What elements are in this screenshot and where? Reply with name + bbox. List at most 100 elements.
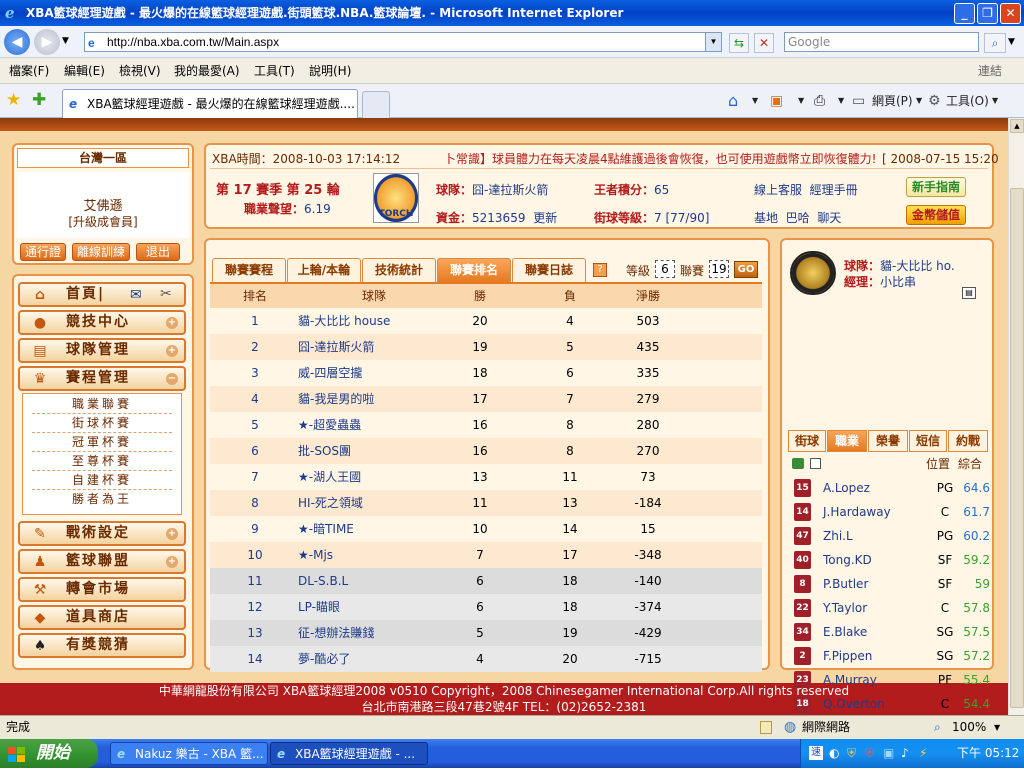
forward-button[interactable]: ▶ xyxy=(34,29,60,55)
menu-view[interactable]: 檢視(V) xyxy=(119,58,161,84)
base-link[interactable]: 基地 xyxy=(754,211,778,225)
team-cell[interactable]: 批-SOS團 xyxy=(284,438,464,464)
player-name[interactable]: Tong.KD xyxy=(823,548,872,572)
page-menu[interactable]: 網頁(P) xyxy=(872,84,913,118)
team-cell[interactable]: 征-想辦法賺錢 xyxy=(284,620,464,646)
zoom-level[interactable]: 100% xyxy=(952,716,986,739)
pass-button[interactable]: 通行證 xyxy=(20,243,66,261)
go-button[interactable]: GO xyxy=(734,261,758,278)
sub-street-cup[interactable]: 街球杯賽 xyxy=(32,414,172,433)
sub-supreme-cup[interactable]: 至尊杯賽 xyxy=(32,452,172,471)
new-tab-button[interactable] xyxy=(362,91,390,118)
sub-pro-league[interactable]: 職業聯賽 xyxy=(32,395,172,414)
menu-tools[interactable]: 工具(T) xyxy=(254,58,295,84)
team-cell[interactable]: 威-四層空攏 xyxy=(284,360,464,386)
menu-help[interactable]: 說明(H) xyxy=(309,58,351,84)
print-dropdown-icon[interactable]: ▼ xyxy=(838,84,844,118)
help-icon[interactable]: ? xyxy=(593,263,607,277)
browser-tab-active[interactable]: e XBA籃球經理遊戲 - 最火爆的在線籃球經理遊戲.... xyxy=(62,89,358,118)
right-manager-value[interactable]: 小比串 xyxy=(880,275,916,289)
team-value[interactable]: 囧-達拉斯火箭 xyxy=(472,183,548,197)
print-icon[interactable]: ⎙ xyxy=(814,84,825,118)
player-name[interactable]: E.Blake xyxy=(823,620,867,644)
right-tab-pro[interactable]: 職業 xyxy=(827,430,867,452)
tools-menu[interactable]: 工具(O) xyxy=(946,84,989,118)
shield-icon[interactable]: ⛨ xyxy=(847,739,856,768)
rss-icon[interactable]: ▣ xyxy=(770,84,783,118)
rss-dropdown-icon[interactable]: ▼ xyxy=(798,84,804,118)
tools-icon[interactable]: ✂ xyxy=(160,284,174,305)
manual-link[interactable]: 經理手冊 xyxy=(810,183,858,197)
right-tab-honor[interactable]: 榮譽 xyxy=(868,430,908,452)
network-icon[interactable]: ▣ xyxy=(883,739,894,768)
offline-training-button[interactable]: 離線訓練 xyxy=(72,243,130,261)
team-cell[interactable]: ★-Mjs xyxy=(284,542,464,568)
settings-icon[interactable] xyxy=(810,458,821,469)
level-input[interactable]: 6 xyxy=(655,260,675,278)
expand-icon[interactable]: + xyxy=(166,345,178,357)
league-input[interactable]: 19 xyxy=(709,260,729,278)
maximize-button[interactable]: ❐ xyxy=(977,3,998,24)
back-button[interactable]: ◀ xyxy=(4,29,30,55)
team-cell[interactable]: ★-湖人王國 xyxy=(284,464,464,490)
team-cell[interactable]: 囧-達拉斯火箭 xyxy=(284,334,464,360)
nav-home[interactable]: ⌂ 首頁| ✉ ✂ xyxy=(18,282,186,307)
nav-schedule[interactable]: ♛ 賽程管理 − xyxy=(18,366,186,391)
search-options-icon[interactable]: ▼ xyxy=(1008,37,1015,47)
stop-icon[interactable]: ✕ xyxy=(754,33,774,53)
player-row[interactable]: 14 J.Hardaway C 61.7 xyxy=(790,500,990,524)
team-cell[interactable]: ★-超愛蟲蟲 xyxy=(284,412,464,438)
refresh-link[interactable]: 更新 xyxy=(533,211,557,225)
scroll-thumb[interactable] xyxy=(1010,188,1024,708)
history-dropdown-icon[interactable]: ▼ xyxy=(62,36,69,46)
task-nakuz[interactable]: e Nakuz 樂古 - XBA 籃... xyxy=(110,742,268,765)
team-cell[interactable]: LP-瞄眼 xyxy=(284,594,464,620)
right-tab-challenge[interactable]: 約戰 xyxy=(948,430,988,452)
tab-log[interactable]: 聯賽日誌 xyxy=(512,258,586,282)
address-input[interactable]: e http://nba.xba.com.tw/Main.aspx ▼ xyxy=(84,32,722,52)
home-dropdown-icon[interactable]: ▼ xyxy=(752,84,758,118)
sub-custom-cup[interactable]: 自建杯賽 xyxy=(32,471,172,490)
nav-arena[interactable]: ● 競技中心 + xyxy=(18,310,186,335)
add-favorite-icon[interactable]: ✚ xyxy=(32,90,46,110)
tab-schedule[interactable]: 聯賽賽程 xyxy=(212,258,286,282)
right-team-value[interactable]: 貓-大比比 ho. xyxy=(880,259,955,273)
player-name[interactable]: Y.Taylor xyxy=(823,596,867,620)
topup-button[interactable]: 金幣儲值 xyxy=(906,205,966,225)
tab-standings[interactable]: 聯賽排名 xyxy=(437,258,511,282)
home-icon[interactable]: ⌂ xyxy=(728,84,738,118)
expand-icon[interactable]: + xyxy=(166,317,178,329)
profile-card-icon[interactable]: ▤ xyxy=(962,287,976,299)
minimize-button[interactable]: _ xyxy=(954,3,975,24)
ime-icon[interactable]: 速 xyxy=(809,746,823,760)
collapse-icon[interactable]: − xyxy=(166,373,178,385)
player-row[interactable]: 47 Zhi.L PG 60.2 xyxy=(790,524,990,548)
player-row[interactable]: 2 F.Pippen SG 57.2 xyxy=(790,644,990,668)
sub-champion-cup[interactable]: 冠軍杯賽 xyxy=(32,433,172,452)
start-button[interactable]: 開始 xyxy=(0,739,98,768)
right-tab-messages[interactable]: 短信 xyxy=(909,430,947,452)
team-cell[interactable]: ★-暗TIME xyxy=(284,516,464,542)
update-icon[interactable]: ⚡ xyxy=(919,739,927,768)
address-dropdown-icon[interactable]: ▼ xyxy=(705,33,721,51)
links-label[interactable]: 連結 xyxy=(978,58,1002,84)
team-cell[interactable]: 貓-大比比 house xyxy=(284,308,464,334)
sub-winner[interactable]: 勝者為王 xyxy=(32,490,172,509)
team-cell[interactable]: 貓-我是男的啦 xyxy=(284,386,464,412)
menu-edit[interactable]: 編輯(E) xyxy=(64,58,105,84)
task-xba[interactable]: e XBA籃球經理遊戲 - ... xyxy=(270,742,428,765)
player-row[interactable]: 15 A.Lopez PG 64.6 xyxy=(790,476,990,500)
refresh-icon[interactable]: ⇆ xyxy=(729,33,749,53)
player-row[interactable]: 8 P.Butler SF 59 xyxy=(790,572,990,596)
player-row[interactable]: 40 Tong.KD SF 59.2 xyxy=(790,548,990,572)
support-link[interactable]: 線上客服 xyxy=(754,183,802,197)
player-name[interactable]: Zhi.L xyxy=(823,524,853,548)
expand-icon[interactable]: + xyxy=(166,556,178,568)
zoom-dropdown-icon[interactable]: ▼ xyxy=(994,716,1000,739)
volume-icon[interactable]: ♪ xyxy=(901,739,909,768)
player-name[interactable]: F.Pippen xyxy=(823,644,872,668)
player-name[interactable]: J.Hardaway xyxy=(823,500,891,524)
menu-file[interactable]: 檔案(F) xyxy=(9,58,49,84)
search-icon[interactable]: ⌕ xyxy=(984,33,1006,53)
close-button[interactable]: ✕ xyxy=(1000,3,1021,24)
